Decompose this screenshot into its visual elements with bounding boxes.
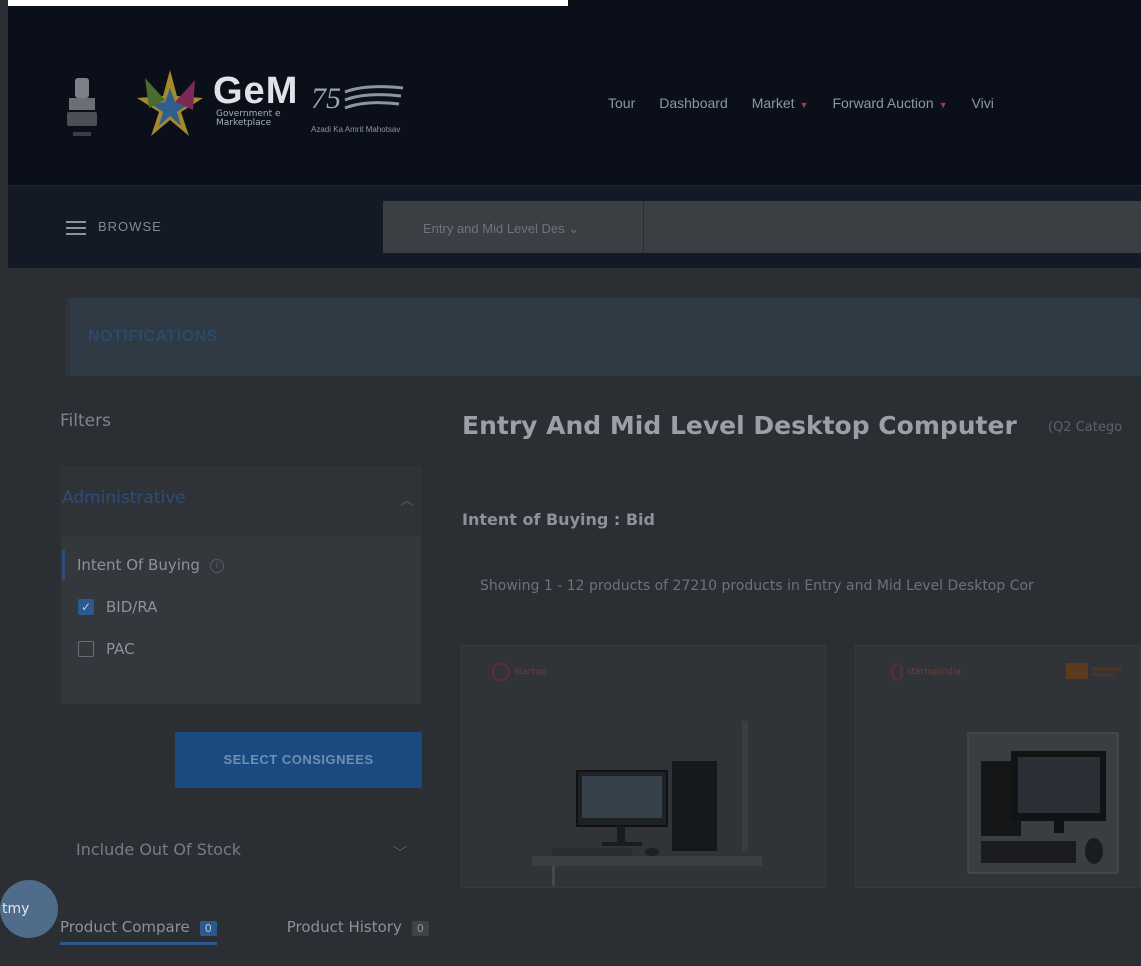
option-bid-ra[interactable]: ✓ BID/RA [78,598,157,616]
search-input[interactable] [643,201,1141,253]
product-card[interactable]: startup [461,645,826,888]
chat-assistant-button[interactable]: tmy [0,880,58,938]
gem-star-logo-icon [137,70,203,136]
filter-section-administrative[interactable]: Administrative [62,488,186,508]
notifications-banner[interactable]: NOTIFICATIONS [66,298,1141,376]
startup-india-badge-text: startupindia [906,667,961,677]
intent-of-buying-label: Intent Of Buying i [62,550,224,580]
main-nav: Tour Dashboard Market ▼ Forward Auction ▼ … [608,95,994,111]
intent-of-buying-text: Intent Of Buying [77,556,200,574]
notifications-label: NOTIFICATIONS [88,328,218,345]
product-compare-label: Product Compare [60,918,190,936]
tab-product-compare[interactable]: Product Compare 0 [60,918,217,945]
gem-logo-text: GeM [213,70,299,112]
browse-label[interactable]: BROWSE [98,219,162,234]
info-icon[interactable]: i [209,558,224,573]
chevron-down-icon[interactable]: ﹀ [393,843,407,863]
make-in-india-badge-icon [1066,663,1122,679]
desktop-computer-image [532,721,762,886]
option-pac[interactable]: PAC [78,640,135,658]
option-bid-ra-label: BID/RA [106,598,158,616]
nav-vivi[interactable]: Vivi [972,95,994,111]
hamburger-menu-icon[interactable] [66,221,86,235]
intent-of-buying-group: Intent Of Buying i ✓ BID/RA PAC [62,536,420,704]
browse-bar: BROWSE Entry and Mid Level Des ⌄ [8,185,1141,268]
nav-market[interactable]: Market ▼ [752,95,809,111]
tab-product-history[interactable]: Product History 0 [287,918,429,945]
select-consignees-button[interactable]: SELECT CONSIGNEES [175,732,422,788]
nav-forward-auction-label: Forward Auction [832,95,934,111]
gem-logo-subtitle: Government e Marketplace [216,109,281,128]
startup-badge-text: startup [514,667,547,677]
header-highlight [8,0,568,6]
product-card[interactable]: startupindia [855,645,1141,888]
filters-title: Filters [60,411,111,431]
startup-india-badge-icon: startupindia [891,661,961,683]
nav-dashboard[interactable]: Dashboard [659,95,728,111]
bottom-tabs: Product Compare 0 Product History 0 [60,918,429,945]
checkbox-checked-icon[interactable]: ✓ [78,599,94,615]
page-content: NOTIFICATIONS Filters Administrative ︿ I… [8,268,1141,966]
desktop-computer-image [967,732,1119,874]
nav-vivi-label: Vivi [971,95,994,111]
chevron-up-icon[interactable]: ︿ [400,490,414,510]
filter-panel: Administrative ︿ Intent Of Buying i ✓ BID… [60,466,422,704]
nav-forward-auction[interactable]: Forward Auction ▼ [832,95,947,111]
compare-count-badge: 0 [199,921,217,936]
intent-of-buying-heading: Intent of Buying : Bid [462,510,655,529]
page-title: Entry And Mid Level Desktop Computer [462,411,1017,440]
nav-tour[interactable]: Tour [608,95,635,111]
top-header: GeM Government e Marketplace 75 Azadi Ka… [8,0,1141,185]
nav-tour-label: Tour [608,95,636,111]
option-pac-label: PAC [106,640,135,658]
include-out-of-stock[interactable]: Include Out Of Stock [76,840,241,859]
svg-text:75: 75 [311,82,341,115]
national-emblem-icon [67,78,97,136]
checkbox-icon[interactable] [78,641,94,657]
chevron-down-icon: ▼ [799,100,809,110]
chevron-down-icon: ▼ [938,100,948,110]
product-history-label: Product History [286,918,402,936]
azadi-logo-text: Azadi Ka Amrit Mahotsav [311,125,400,134]
startup-badge-icon: startup [492,661,562,683]
azadi-ka-amrit-mahotsav-logo: 75 Azadi Ka Amrit Mahotsav [311,82,404,134]
history-count-badge: 0 [411,921,429,936]
category-dropdown[interactable]: Entry and Mid Level Des ⌄ [383,201,643,253]
nav-market-label: Market [751,95,795,111]
nav-dashboard-label: Dashboard [659,95,728,111]
results-count: Showing 1 - 12 products of 27210 product… [480,578,1034,594]
category-subtitle: (Q2 Catego [1048,420,1123,435]
